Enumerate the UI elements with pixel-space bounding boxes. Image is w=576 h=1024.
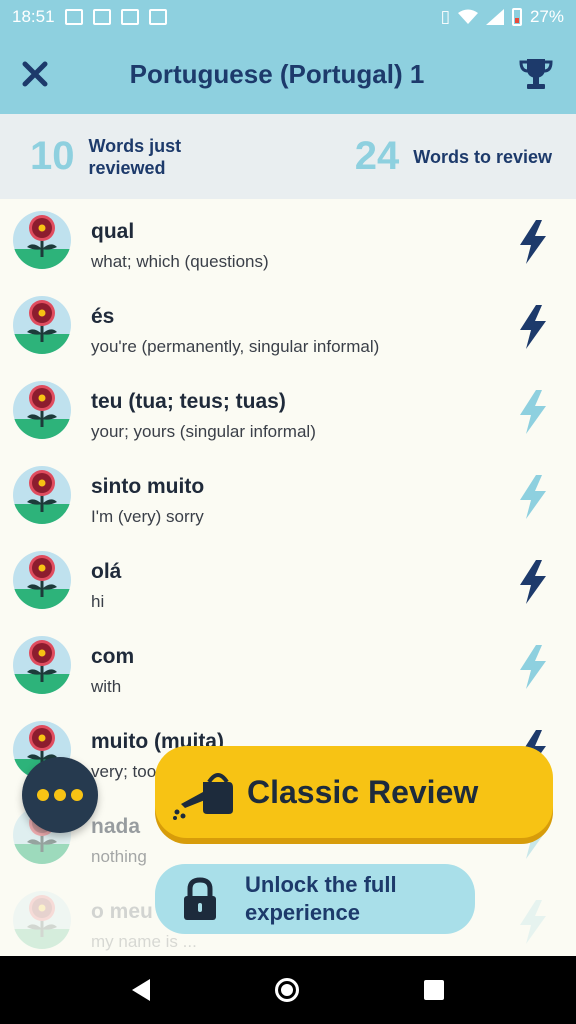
flower-icon: [13, 381, 71, 439]
word-text: qual: [91, 220, 135, 243]
word-row[interactable]: com with: [0, 625, 576, 710]
flower-icon: [13, 551, 71, 609]
word-text: o meu: [91, 900, 153, 923]
word-row[interactable]: olá hi: [0, 540, 576, 625]
unlock-label: Unlock the full experience: [245, 872, 397, 925]
word-text: sinto muito: [91, 475, 205, 498]
status-bar: 18:51 ▯ 27%: [0, 0, 576, 34]
more-dot: [71, 789, 83, 801]
flower-icon: [13, 636, 71, 694]
word-definition: my name is ...: [91, 932, 197, 951]
word-text: nada: [91, 815, 141, 838]
recents-icon[interactable]: [423, 980, 444, 1000]
unlock-button[interactable]: Unlock the full experience: [155, 864, 475, 934]
back-icon[interactable]: [132, 979, 151, 1001]
trophy-icon: [519, 59, 553, 89]
bolt-dark-icon: [518, 305, 548, 349]
gmail-icon: [92, 9, 111, 25]
app-header: Portuguese (Portugal) 1: [0, 34, 576, 114]
word-definition: hi: [91, 592, 105, 611]
reviewed-count: 10: [30, 134, 75, 178]
bolt-light-icon: [518, 645, 548, 689]
bolt-dark-icon: [518, 220, 548, 264]
trophy-button[interactable]: [496, 34, 576, 114]
word-row[interactable]: sinto muito I'm (very) sorry: [0, 455, 576, 540]
close-button[interactable]: [0, 34, 70, 114]
word-definition: your; yours (singular informal): [91, 422, 316, 441]
flower-icon: [13, 296, 71, 354]
vibrate-icon: ▯: [440, 7, 450, 26]
word-definition: I'm (very) sorry: [91, 507, 204, 526]
more-dot: [37, 789, 49, 801]
flower-icon: [13, 891, 71, 949]
word-row[interactable]: és you're (permanently, singular informal…: [0, 285, 576, 370]
stat-to-review: 24 Words to review: [355, 134, 552, 179]
word-text: com: [91, 645, 135, 668]
watering-can-icon: [165, 746, 247, 838]
bolt-light-icon: [518, 475, 548, 519]
translate-icon: [148, 9, 167, 25]
word-list: qual what; which (questions) és you're (per…: [0, 200, 576, 965]
to-review-count: 24: [354, 134, 400, 178]
close-icon: [22, 61, 48, 87]
page-title: Portuguese (Portugal) 1: [129, 58, 425, 89]
system-nav-bar: [0, 956, 576, 1024]
bolt-light-icon: [518, 390, 548, 434]
to-review-label: Words to review: [413, 146, 552, 167]
word-text: olá: [91, 560, 122, 583]
flower-icon: [13, 211, 71, 269]
classic-review-button[interactable]: Classic Review: [155, 746, 553, 838]
flower-icon: [13, 466, 71, 524]
lock-icon: [155, 864, 245, 934]
word-definition: what; which (questions): [91, 252, 269, 271]
gmail-icon: [120, 9, 139, 25]
more-dot: [54, 789, 66, 801]
word-definition: nothing: [91, 847, 147, 866]
image-icon: [64, 9, 83, 25]
word-definition: you're (permanently, singular informal): [91, 337, 380, 356]
home-icon[interactable]: [274, 978, 299, 1002]
bolt-dark-icon: [518, 560, 548, 604]
status-time: 18:51: [12, 7, 55, 26]
classic-review-label: Classic Review: [247, 773, 479, 810]
reviewed-label: Words just reviewed: [88, 135, 182, 178]
word-definition: very; too: [91, 762, 157, 781]
battery-percent: 27%: [529, 7, 564, 26]
more-options-button[interactable]: [22, 757, 98, 833]
bolt-light-icon: [518, 900, 548, 944]
stat-reviewed: 10 Words just reviewed: [30, 134, 209, 179]
word-definition: with: [91, 677, 122, 696]
battery-icon: [511, 8, 522, 26]
word-row[interactable]: teu (tua; teus; tuas) your; yours (singul…: [0, 370, 576, 455]
signal-icon: [485, 9, 504, 25]
word-row[interactable]: qual what; which (questions): [0, 200, 576, 285]
word-text: teu (tua; teus; tuas): [91, 390, 286, 413]
wifi-icon: [457, 9, 478, 24]
review-stats: 10 Words just reviewed 24 Words to revie…: [0, 114, 576, 199]
word-text: és: [91, 305, 115, 328]
